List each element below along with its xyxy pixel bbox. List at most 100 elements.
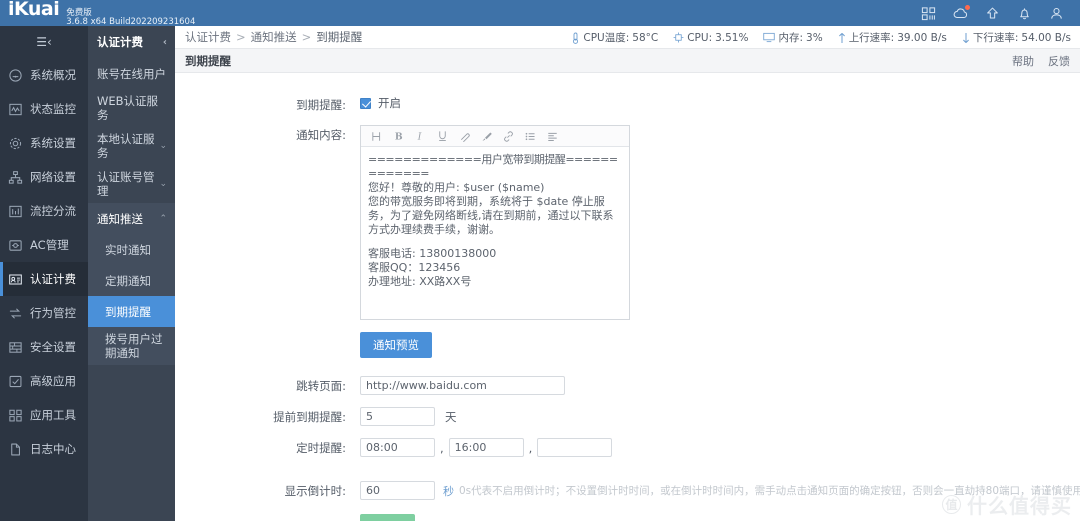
- underline-icon[interactable]: [432, 128, 452, 145]
- cloud-icon[interactable]: [953, 4, 970, 21]
- sidebar-collapse-button[interactable]: ☰‹: [0, 26, 88, 58]
- editor-content[interactable]: =============用户宽带到期提醒============= 您好！尊敬…: [361, 147, 629, 319]
- advance-days-label: 提前到期提醒:: [273, 410, 346, 424]
- sidebar-item-security-settings[interactable]: 安全设置: [0, 330, 88, 364]
- subnav-item-online-users[interactable]: 账号在线用户: [88, 58, 175, 89]
- apps-icon[interactable]: [921, 6, 936, 21]
- sidebar-item-behavior-control[interactable]: 行为管控: [0, 296, 88, 330]
- brush-icon[interactable]: [476, 128, 496, 145]
- status-memory: 内存: 3%: [763, 30, 823, 45]
- form-row-advance-days: 提前到期提醒: 天: [175, 407, 1080, 426]
- sidebar-item-app-tools[interactable]: 应用工具: [0, 398, 88, 432]
- sidebar-item-ac-management[interactable]: AC管理: [0, 228, 88, 262]
- subnav-item-dialup-expiry-notification[interactable]: 拨号用户过期通知: [88, 327, 175, 365]
- tools-icon: [8, 408, 23, 423]
- countdown-input[interactable]: [360, 481, 435, 500]
- breadcrumb-separator: >: [301, 30, 312, 44]
- sidebar-item-auth-billing[interactable]: 认证计费: [0, 262, 88, 296]
- bell-icon[interactable]: [1017, 6, 1032, 21]
- thermometer-icon: [571, 32, 580, 44]
- eraser-icon[interactable]: [454, 128, 474, 145]
- bullet-list-icon[interactable]: [520, 128, 540, 145]
- scheduled-label: 定时提醒:: [296, 441, 346, 455]
- advance-days-input[interactable]: [360, 407, 435, 426]
- editor-line-1: =============用户宽带到期提醒=============: [368, 153, 618, 180]
- subnav-item-realtime-notification[interactable]: 实时通知: [88, 234, 175, 265]
- feedback-link[interactable]: 反馈: [1048, 53, 1070, 69]
- sidebar-item-label: 高级应用: [30, 374, 76, 388]
- form-row-save: 保存: [175, 514, 1080, 521]
- sidebar-item-system-settings[interactable]: 系统设置: [0, 126, 88, 160]
- sidebar-item-label: 网络设置: [30, 170, 76, 184]
- heading-icon[interactable]: [366, 128, 386, 145]
- brand-meta: 免费版 3.6.8 x64 Build202209231604: [66, 8, 195, 27]
- scheduled-time-input-2[interactable]: [448, 438, 524, 457]
- subnav-item-periodic-notification[interactable]: 定期通知: [88, 265, 175, 296]
- subnav-item-web-auth-service[interactable]: WEB认证服务: [88, 89, 175, 127]
- editor-line-5: 客服电话: 13800138000: [368, 247, 497, 260]
- countdown-unit: 秒: [443, 484, 454, 498]
- help-link[interactable]: 帮助: [1012, 53, 1034, 69]
- subnav-item-local-auth-service[interactable]: 本地认证服务 ⌄: [88, 127, 175, 165]
- status-label: CPU温度:: [583, 32, 630, 44]
- bold-icon[interactable]: B: [388, 128, 408, 145]
- status-cpu-usage: CPU: 3.51%: [673, 32, 748, 44]
- notice-content-field: B I =============用户宽带到期提醒============= 您…: [360, 125, 1080, 320]
- notice-preview-button[interactable]: 通知预览: [360, 332, 432, 358]
- auth-billing-icon: [8, 272, 23, 287]
- rich-text-editor: B I =============用户宽带到期提醒============= 您…: [360, 125, 630, 320]
- form-row-jump-page: 跳转页面:: [175, 376, 1080, 395]
- sidebar-item-system-overview[interactable]: 系统概况: [0, 58, 88, 92]
- sidebar-item-network-settings[interactable]: 网络设置: [0, 160, 88, 194]
- preview-spacer-label: [175, 332, 360, 334]
- sidebar-item-advanced-apps[interactable]: 高级应用: [0, 364, 88, 398]
- sidebar-item-log-center[interactable]: 日志中心: [0, 432, 88, 466]
- brand: iKuai 免费版 3.6.8 x64 Build202209231604: [0, 0, 195, 27]
- notice-content-label: 通知内容:: [296, 128, 346, 142]
- page-title: 到期提醒: [185, 53, 231, 68]
- jump-page-label: 跳转页面:: [296, 379, 346, 393]
- sidebar-item-label: 日志中心: [30, 442, 76, 456]
- chevron-down-icon: ⌄: [159, 179, 167, 189]
- jump-page-input[interactable]: [360, 376, 565, 395]
- brand-logo: iKuai: [8, 0, 60, 20]
- breadcrumb-separator: >: [236, 30, 246, 44]
- editor-line-6: 客服QQ：123456: [368, 261, 461, 274]
- upgrade-icon[interactable]: [985, 6, 1000, 21]
- subnav-item-auth-account-management[interactable]: 认证账号管理 ⌄: [88, 165, 175, 203]
- form-row-scheduled: 定时提醒: , ,: [175, 438, 1080, 457]
- hamburger-icon: ☰‹: [36, 35, 52, 49]
- subnav-item-notification-push[interactable]: 通知推送 ⌃: [88, 203, 175, 234]
- link-icon[interactable]: [498, 128, 518, 145]
- enable-checkbox[interactable]: [360, 97, 371, 109]
- status-label: CPU:: [687, 31, 713, 44]
- enable-label: 到期提醒:: [296, 98, 346, 112]
- system-status-bar: CPU温度: 58°C CPU: 3.51% 内存: 3% 上行速率: 39.0…: [571, 26, 1080, 49]
- sidebar-item-flow-control[interactable]: 流控分流: [0, 194, 88, 228]
- status-value: 54.00 B/s: [1021, 31, 1071, 44]
- save-button[interactable]: 保存: [360, 514, 415, 521]
- monitor-icon: [8, 102, 23, 117]
- subnav-item-expiry-reminder[interactable]: 到期提醒: [88, 296, 175, 327]
- scheduled-time-input-1[interactable]: [360, 438, 435, 457]
- subnav-title-row[interactable]: 认证计费 ‹: [88, 26, 175, 58]
- subnav-title: 认证计费: [97, 35, 143, 49]
- advance-days-field: 天: [360, 407, 1080, 426]
- breadcrumb-item-1[interactable]: 认证计费: [185, 29, 231, 45]
- log-icon: [8, 442, 23, 457]
- network-icon: [8, 170, 23, 185]
- subnav-item-label: 到期提醒: [105, 304, 151, 319]
- scheduled-field: , ,: [360, 438, 1080, 457]
- editor-blank-line: [368, 237, 622, 247]
- user-icon[interactable]: [1049, 6, 1064, 21]
- form-row-notice-content: 通知内容: B I =============用户宽带到期提醒=========…: [175, 125, 1080, 320]
- breadcrumb-item-2[interactable]: 通知推送: [251, 29, 297, 45]
- svg-text:I: I: [416, 131, 421, 141]
- scheduled-time-input-3[interactable]: [537, 438, 613, 457]
- align-left-icon[interactable]: [542, 128, 562, 145]
- italic-icon[interactable]: I: [410, 128, 430, 145]
- subnav-item-label: 通知推送: [97, 211, 143, 226]
- subnav-item-label: 本地认证服务: [97, 132, 155, 160]
- app-root: iKuai 免费版 3.6.8 x64 Build202209231604 ☰‹…: [0, 0, 1080, 521]
- sidebar-item-status-monitor[interactable]: 状态监控: [0, 92, 88, 126]
